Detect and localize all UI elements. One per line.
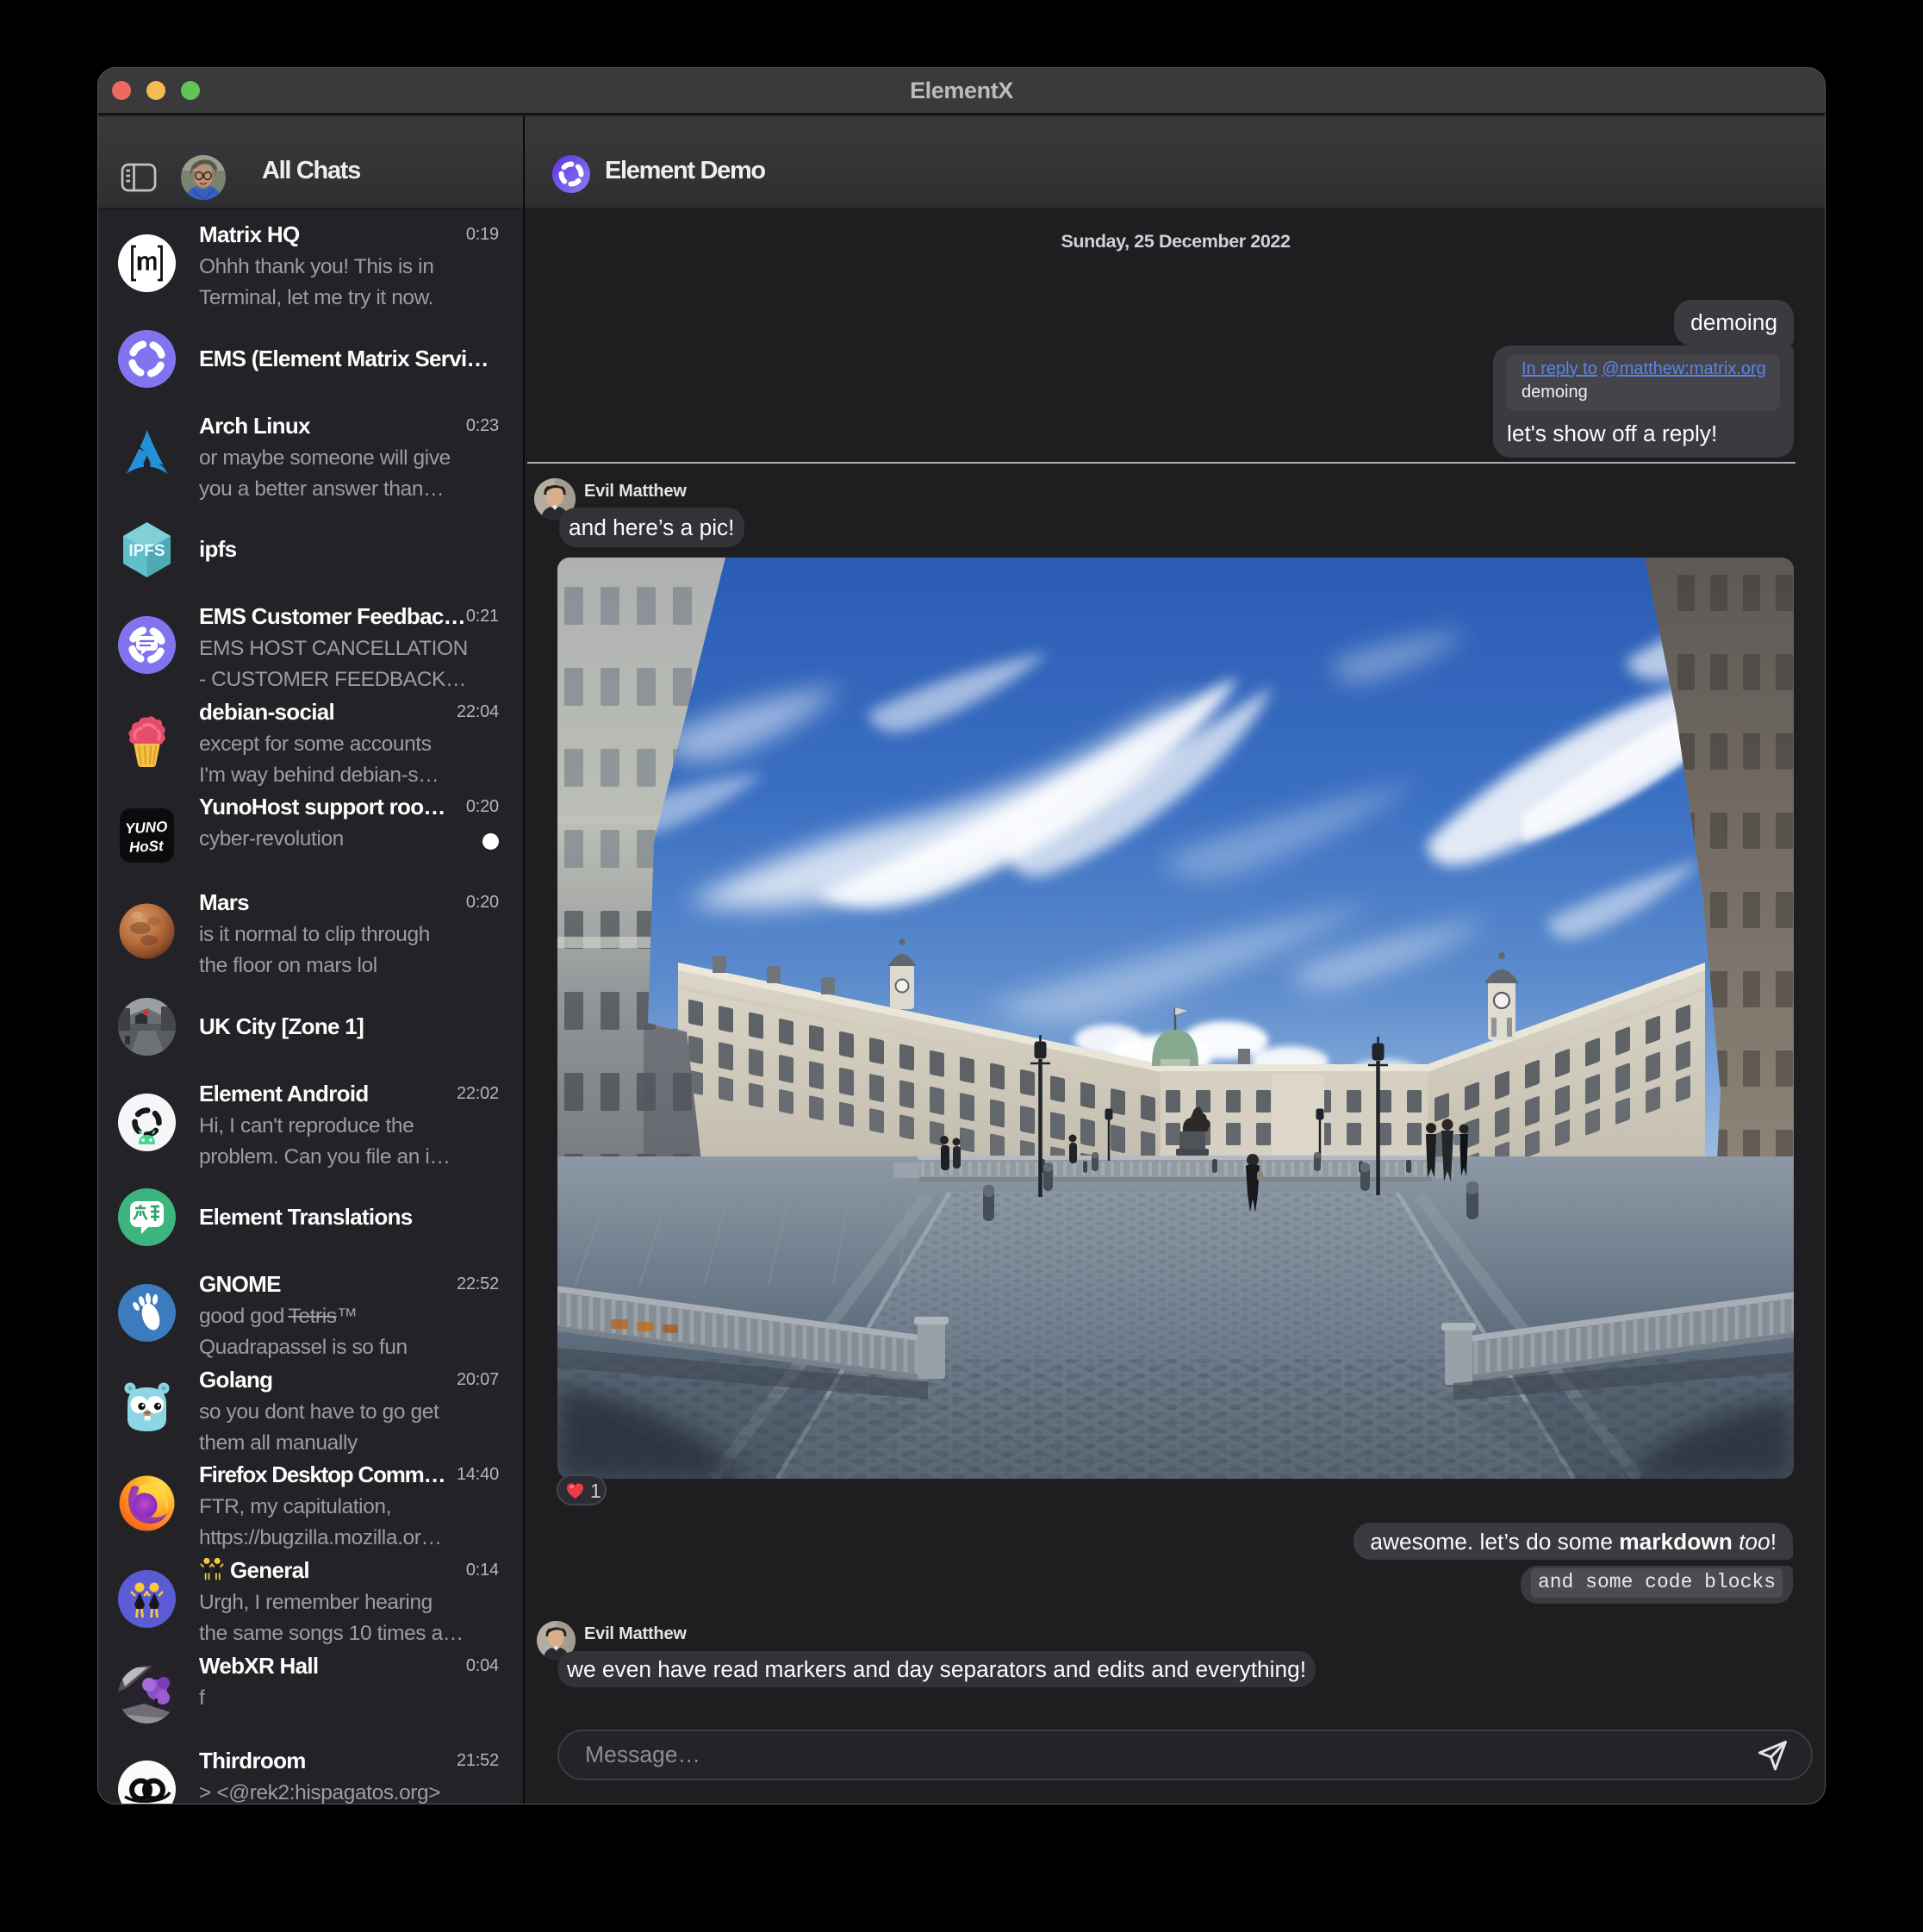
svg-text:YUNO: YUNO [125,819,168,838]
svg-text:IPFS: IPFS [128,542,165,560]
svg-text:HoSt: HoSt [129,838,165,856]
